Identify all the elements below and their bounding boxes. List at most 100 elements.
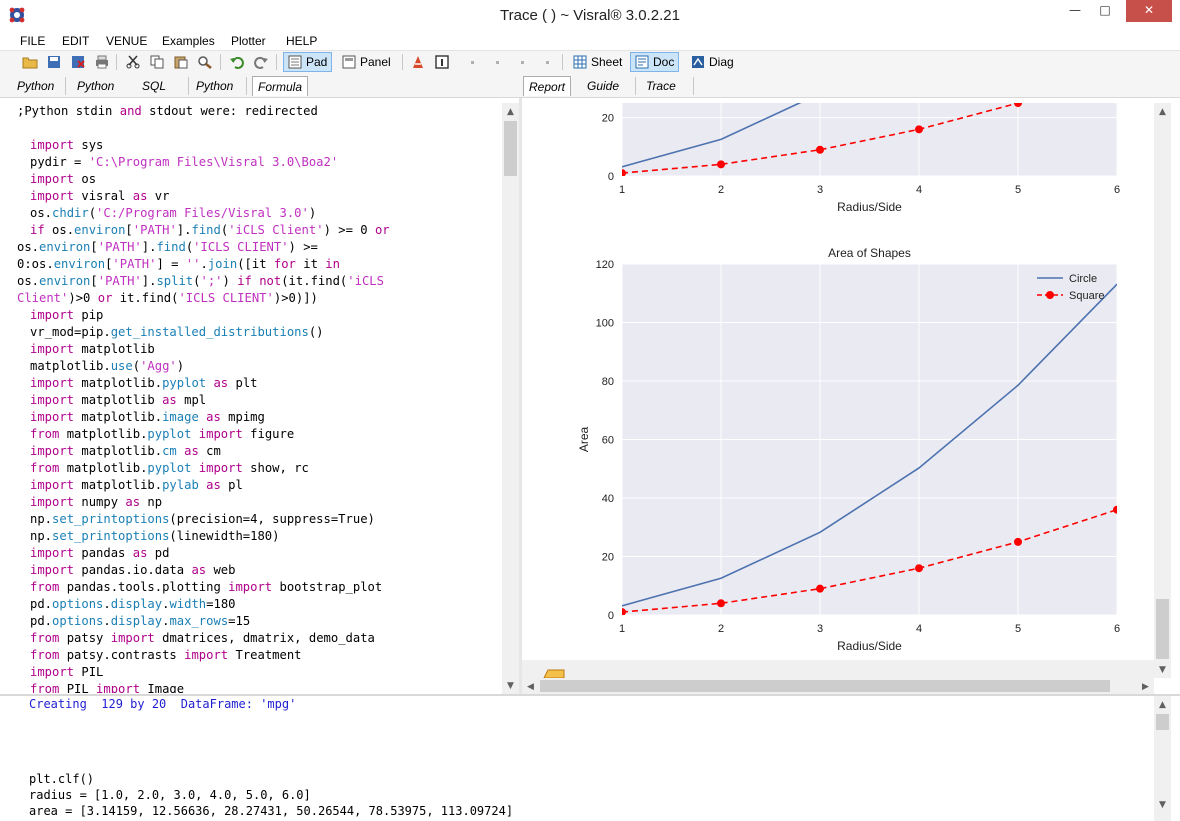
code-token: Treatment	[228, 648, 302, 662]
code-token: =15	[228, 614, 251, 628]
menu-examples[interactable]: Examples	[162, 34, 215, 48]
code-token: find	[156, 240, 186, 254]
menu-edit[interactable]: EDIT	[62, 34, 89, 48]
minimize-button[interactable]: —	[1060, 0, 1090, 22]
code-token: 'PATH'	[97, 240, 142, 254]
sheet-button[interactable]: Sheet	[569, 52, 626, 72]
scrollbar-thumb[interactable]	[1156, 714, 1169, 730]
report-horizontal-scrollbar[interactable]: ◀ ▶	[522, 678, 1154, 694]
code-line: import pandas.io.data as web	[10, 562, 502, 579]
x-axis-label: Radius/Side	[837, 639, 902, 653]
code-token: Image	[140, 682, 185, 693]
scroll-right-icon[interactable]: ▶	[1137, 678, 1154, 695]
code-token: import	[198, 427, 243, 441]
code-line: import matplotlib.pyplot as plt	[10, 375, 502, 392]
paste-icon[interactable]	[172, 52, 190, 72]
scroll-down-icon[interactable]: ▼	[1154, 661, 1171, 678]
scroll-down-icon[interactable]: ▼	[502, 677, 519, 694]
menu-plotter[interactable]: Plotter	[231, 34, 266, 48]
code-token: vr	[147, 189, 170, 203]
code-line: from matplotlib.pyplot import figure	[10, 426, 502, 443]
code-token: import	[30, 138, 75, 152]
code-token: bootstrap_plot	[272, 580, 383, 594]
diag-label: Diag	[709, 55, 734, 69]
doc-icon	[635, 55, 649, 69]
scroll-up-icon[interactable]: ▲	[1154, 103, 1171, 120]
code-token: os	[74, 172, 97, 186]
tab-bar: Python Python SQL Python Formula Report …	[0, 73, 1180, 98]
code-line: import matplotlib as mpl	[10, 392, 502, 409]
code-token: from	[30, 427, 60, 441]
tab-report[interactable]: Report	[523, 76, 572, 96]
tab-sql[interactable]: SQL	[137, 76, 171, 96]
scroll-up-icon[interactable]: ▲	[502, 103, 519, 120]
code-token: matplotlib	[74, 342, 155, 356]
pane-splitter[interactable]	[519, 98, 522, 694]
code-token: display	[110, 614, 163, 628]
code-token: 'ICLS CLIENT'	[178, 291, 274, 305]
print-icon[interactable]	[93, 52, 111, 72]
code-token: set_printoptions	[52, 529, 170, 543]
tab-trace[interactable]: Trace	[641, 76, 681, 96]
code-line: import visral as vr	[10, 188, 502, 205]
output-console[interactable]: Creating 129 by 20 DataFrame: 'mpg' plt.…	[10, 696, 1154, 821]
data-point-square	[717, 160, 725, 169]
code-token: as	[184, 444, 199, 458]
menu-file[interactable]: FILE	[20, 34, 45, 48]
report-vertical-scrollbar[interactable]: ▲ ▼	[1154, 103, 1171, 678]
cone-icon[interactable]	[409, 52, 427, 72]
code-token: ) >= 0	[323, 223, 375, 237]
toolbar-dot	[496, 61, 499, 64]
info-icon[interactable]	[433, 52, 451, 72]
code-token: pd.	[30, 614, 53, 628]
tab-python-1[interactable]: Python	[12, 76, 59, 96]
scrollbar-thumb[interactable]	[504, 121, 517, 176]
scrollbar-thumb[interactable]	[540, 680, 1110, 692]
scroll-down-icon[interactable]: ▼	[1154, 796, 1171, 813]
open-folder-icon[interactable]	[21, 52, 39, 72]
copy-icon[interactable]	[148, 52, 166, 72]
code-line: import numpy as np	[10, 494, 502, 511]
tab-python-3[interactable]: Python	[191, 76, 238, 96]
panel-icon	[342, 55, 356, 69]
code-token: environ	[39, 274, 91, 288]
code-token: import	[30, 189, 75, 203]
data-point-square	[816, 145, 824, 154]
save-as-icon[interactable]	[69, 52, 87, 72]
scroll-up-icon[interactable]: ▲	[1154, 696, 1171, 713]
code-token: (it.find(	[281, 274, 348, 288]
code-token: from	[30, 648, 60, 662]
y-tick-label: 40	[602, 493, 614, 505]
diag-button[interactable]: Diag	[687, 52, 738, 72]
close-button[interactable]: ✕	[1126, 0, 1172, 22]
maximize-button[interactable]: □	[1090, 0, 1120, 22]
save-icon[interactable]	[45, 52, 63, 72]
find-icon[interactable]	[196, 52, 214, 72]
chart-title: Area of Shapes	[828, 246, 911, 260]
scrollbar-thumb[interactable]	[1156, 599, 1169, 659]
editor-vertical-scrollbar[interactable]: ▲ ▼	[502, 103, 519, 694]
code-token: pandas	[74, 546, 133, 560]
tab-formula[interactable]: Formula	[252, 76, 309, 96]
cut-icon[interactable]	[124, 52, 142, 72]
tab-python-2[interactable]: Python	[72, 76, 119, 96]
scroll-left-icon[interactable]: ◀	[522, 678, 539, 695]
code-token: and	[119, 104, 142, 118]
tab-guide[interactable]: Guide	[582, 76, 624, 96]
doc-button[interactable]: Doc	[630, 52, 680, 72]
data-point-square	[622, 608, 626, 615]
menu-venue[interactable]: VENUE	[106, 34, 147, 48]
output-line: area = [3.14159, 12.56636, 28.27431, 50.…	[29, 804, 514, 818]
code-editor[interactable]: ;Python stdin and stdout were: redirecte…	[10, 103, 502, 693]
undo-icon[interactable]	[228, 52, 246, 72]
code-token: matplotlib.	[74, 478, 163, 492]
pad-button[interactable]: Pad	[283, 52, 333, 72]
menu-help[interactable]: HELP	[286, 34, 317, 48]
redo-icon[interactable]	[252, 52, 270, 72]
code-token: 0:os.	[17, 257, 54, 271]
panel-button[interactable]: Panel	[338, 52, 395, 72]
output-vertical-scrollbar[interactable]: ▲ ▼	[1154, 696, 1171, 821]
code-token: )	[308, 206, 317, 220]
code-text: ;Python stdin and stdout were: redirecte…	[10, 103, 502, 693]
